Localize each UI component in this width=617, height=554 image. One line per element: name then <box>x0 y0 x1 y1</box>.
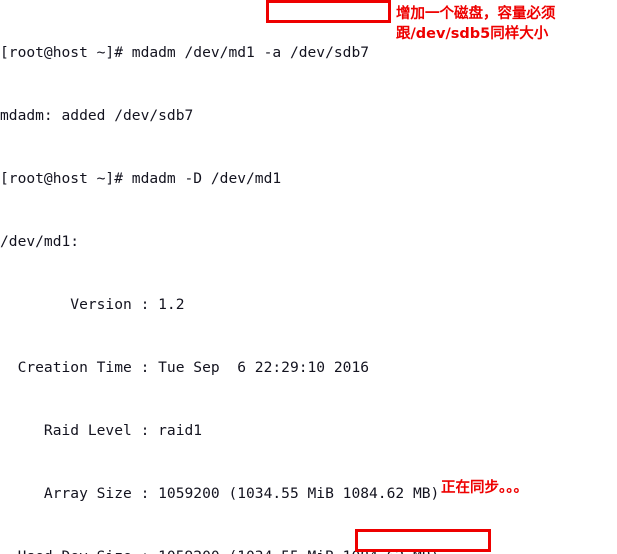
terminal-line: [root@host ~]# mdadm /dev/md1 -a /dev/sd… <box>0 44 370 61</box>
terminal-output[interactable]: [root@host ~]# mdadm /dev/md1 -a /dev/sd… <box>0 0 617 554</box>
terminal-line: /dev/md1: <box>0 233 80 250</box>
annotation-add-disk: 增加一个磁盘，容量必须 跟/dev/sdb5同样大小 <box>396 4 556 44</box>
terminal-line-creation-time: Creation Time : Tue Sep 6 22:29:10 2016 <box>0 359 370 376</box>
annotation-line-2: 跟/dev/sdb5同样大小 <box>396 26 549 42</box>
terminal-line: mdadm: added /dev/sdb7 <box>0 107 194 124</box>
terminal-line: [root@host ~]# mdadm -D /dev/md1 <box>0 170 282 187</box>
annotation-syncing: 正在同步。。。 <box>441 480 528 496</box>
terminal-line-raid-level: Raid Level : raid1 <box>0 422 203 439</box>
terminal-line-version: Version : 1.2 <box>0 296 185 313</box>
terminal-screenshot: [root@host ~]# mdadm /dev/md1 -a /dev/sd… <box>0 0 617 554</box>
terminal-line-used-dev-size: Used Dev Size : 1059200 (1034.55 MiB 108… <box>0 546 617 554</box>
annotation-line-1: 增加一个磁盘，容量必须 <box>396 6 556 22</box>
